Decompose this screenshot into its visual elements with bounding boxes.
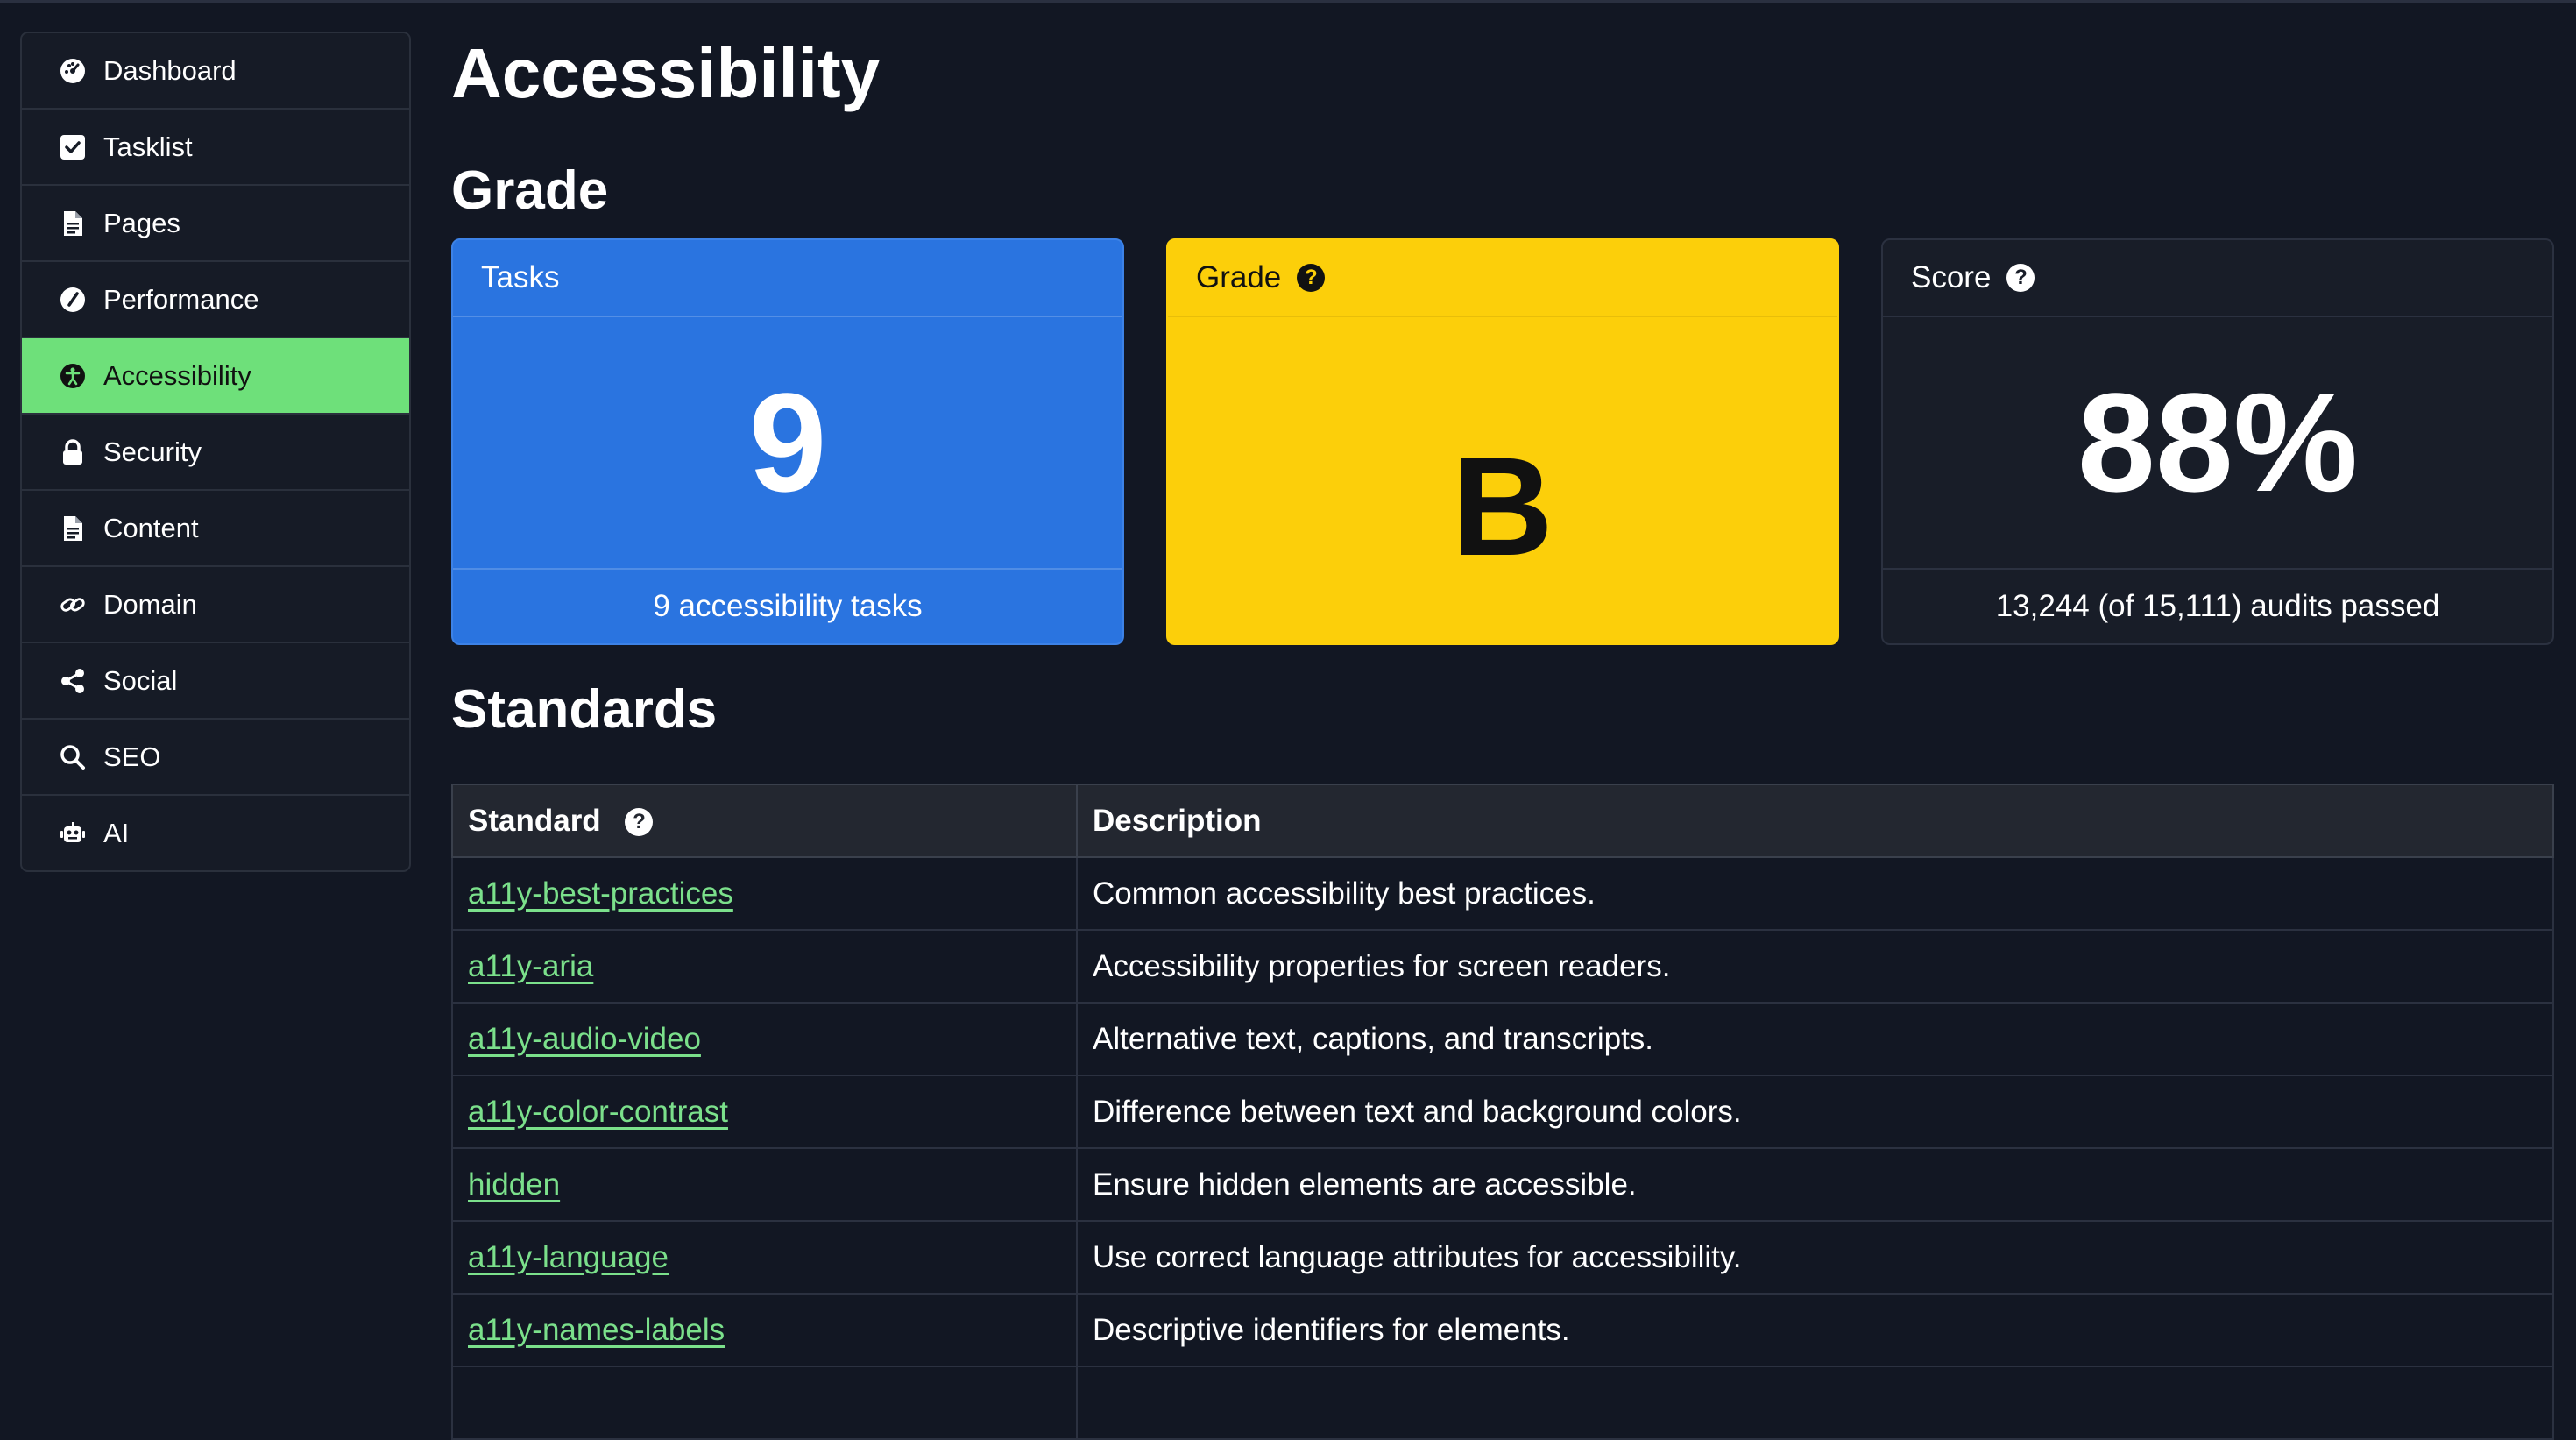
- sidebar-item-label: Pages: [103, 207, 180, 238]
- grade-card: Grade ? B: [1166, 238, 1839, 645]
- score-value: 88%: [2077, 364, 2359, 521]
- description-cell: Use correct language attributes for acce…: [1076, 1220, 2554, 1295]
- top-border: [0, 0, 2576, 3]
- grade-value: B: [1452, 428, 1553, 585]
- help-icon[interactable]: ?: [2006, 264, 2035, 292]
- description-column-header: Description: [1076, 784, 2554, 858]
- table-row: a11y-color-contrast Difference between t…: [451, 1075, 2554, 1149]
- sidebar-item-label: Tasklist: [103, 131, 193, 162]
- tasks-card-footer: 9 accessibility tasks: [453, 568, 1122, 643]
- standard-link[interactable]: a11y-names-labels: [468, 1313, 725, 1347]
- standard-link[interactable]: hidden: [468, 1167, 560, 1202]
- sidebar-item-label: AI: [103, 817, 130, 848]
- tasks-count: 9: [748, 364, 827, 521]
- standard-cell: a11y-names-labels: [451, 1293, 1078, 1367]
- document-icon: [59, 514, 87, 543]
- standard-link[interactable]: a11y-language: [468, 1240, 669, 1274]
- sidebar-item-label: SEO: [103, 741, 161, 772]
- score-card-footer: 13,244 (of 15,111) audits passed: [1883, 568, 2552, 643]
- score-card-header: Score ?: [1883, 240, 2552, 317]
- sidebar-item-label: Social: [103, 664, 178, 696]
- standard-cell: hidden: [451, 1147, 1078, 1222]
- tasks-card[interactable]: Tasks 9 9 accessibility tasks: [451, 238, 1124, 645]
- sidebar-item-dashboard[interactable]: Dashboard: [22, 33, 409, 110]
- dashboard-icon: [59, 57, 87, 85]
- table-row: a11y-aria Accessibility properties for s…: [451, 929, 2554, 1004]
- standard-cell: [451, 1366, 1078, 1440]
- table-row: a11y-audio-video Alternative text, capti…: [451, 1002, 2554, 1076]
- table-header-row: Standard ? Description: [451, 784, 2554, 858]
- sidebar-item-tasklist[interactable]: Tasklist: [22, 110, 409, 186]
- sidebar-item-label: Performance: [103, 283, 259, 315]
- sidebar-item-ai[interactable]: AI: [22, 796, 409, 870]
- sidebar-item-seo[interactable]: SEO: [22, 720, 409, 796]
- standard-link[interactable]: a11y-aria: [468, 949, 593, 983]
- summary-cards: Tasks 9 9 accessibility tasks Grade ? B …: [451, 238, 2554, 645]
- robot-icon: [59, 819, 87, 848]
- sidebar-item-label: Dashboard: [103, 54, 237, 86]
- standard-link[interactable]: a11y-best-practices: [468, 876, 733, 911]
- sidebar-item-accessibility[interactable]: Accessibility: [22, 338, 409, 415]
- sidebar-item-performance[interactable]: Performance: [22, 262, 409, 338]
- table-row: a11y-names-labels Descriptive identifier…: [451, 1293, 2554, 1367]
- standard-cell: a11y-audio-video: [451, 1002, 1078, 1076]
- table-row: hidden Ensure hidden elements are access…: [451, 1147, 2554, 1222]
- sidebar-nav: Dashboard Tasklist Pages Performance Acc…: [20, 32, 411, 872]
- description-cell: Difference between text and background c…: [1076, 1075, 2554, 1149]
- description-cell: Descriptive identifiers for elements.: [1076, 1293, 2554, 1367]
- description-cell: Ensure hidden elements are accessible.: [1076, 1147, 2554, 1222]
- table-row: a11y-language Use correct language attri…: [451, 1220, 2554, 1295]
- standards-table: Standard ? Description a11y-best-practic…: [451, 784, 2554, 1440]
- standard-column-header[interactable]: Standard ?: [451, 784, 1078, 858]
- sidebar-item-label: Security: [103, 436, 202, 467]
- standard-cell: a11y-aria: [451, 929, 1078, 1004]
- sidebar-item-social[interactable]: Social: [22, 643, 409, 720]
- sidebar-item-label: Domain: [103, 588, 197, 620]
- score-card: Score ? 88% 13,244 (of 15,111) audits pa…: [1881, 238, 2554, 645]
- page-icon: [59, 209, 87, 238]
- tasks-card-header: Tasks: [453, 240, 1122, 317]
- description-cell: Alternative text, captions, and transcri…: [1076, 1002, 2554, 1076]
- sidebar-item-label: Content: [103, 512, 199, 543]
- description-cell: Common accessibility best practices.: [1076, 856, 2554, 931]
- standard-cell: a11y-color-contrast: [451, 1075, 1078, 1149]
- sidebar-item-label: Accessibility: [103, 359, 251, 391]
- help-icon[interactable]: ?: [625, 808, 654, 837]
- standard-link[interactable]: a11y-audio-video: [468, 1022, 701, 1056]
- help-icon[interactable]: ?: [1297, 264, 1326, 292]
- speedometer-icon: [59, 286, 87, 314]
- accessibility-icon: [59, 362, 87, 390]
- standard-cell: a11y-best-practices: [451, 856, 1078, 931]
- sidebar-item-content[interactable]: Content: [22, 491, 409, 567]
- grade-section-title: Grade: [451, 160, 609, 221]
- sidebar-item-security[interactable]: Security: [22, 415, 409, 491]
- description-cell: [1076, 1366, 2554, 1440]
- link-icon: [59, 591, 87, 619]
- search-icon: [59, 743, 87, 771]
- table-row: [451, 1366, 2554, 1440]
- standards-section-title: Standards: [451, 679, 718, 740]
- grade-card-header: Grade ?: [1168, 240, 1837, 317]
- standard-header-label: Standard: [468, 803, 601, 838]
- grade-card-label: Grade: [1196, 260, 1282, 294]
- standard-cell: a11y-language: [451, 1220, 1078, 1295]
- sidebar-item-pages[interactable]: Pages: [22, 186, 409, 262]
- table-row: a11y-best-practices Common accessibility…: [451, 856, 2554, 931]
- sidebar-item-domain[interactable]: Domain: [22, 567, 409, 643]
- standard-link[interactable]: a11y-color-contrast: [468, 1095, 728, 1129]
- checkbox-icon: [59, 133, 87, 161]
- score-card-label: Score: [1911, 260, 1992, 294]
- lock-icon: [59, 438, 87, 466]
- tasks-card-label: Tasks: [481, 260, 560, 294]
- share-icon: [59, 667, 87, 695]
- description-cell: Accessibility properties for screen read…: [1076, 929, 2554, 1004]
- page-title: Accessibility: [451, 34, 881, 112]
